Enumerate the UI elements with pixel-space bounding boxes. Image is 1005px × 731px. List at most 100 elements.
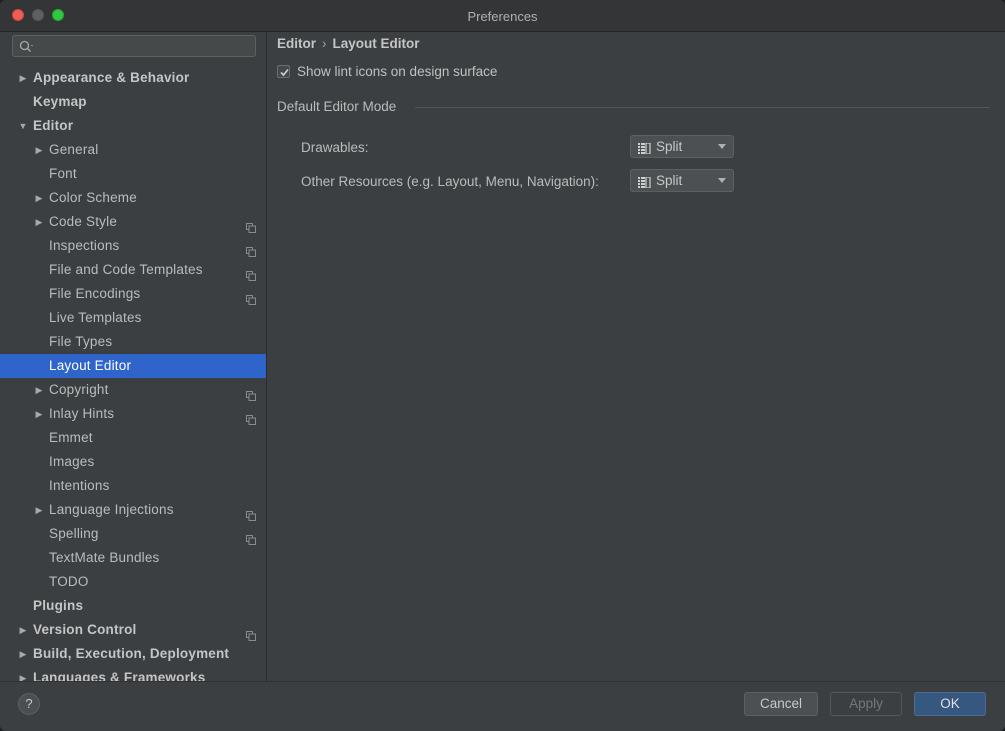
other-resources-mode-select[interactable]: Split (630, 169, 734, 192)
project-settings-icon (246, 217, 256, 233)
sidebar-item-inlay-hints[interactable]: ▶ Inlay Hints (0, 402, 266, 426)
sidebar-item-label: File Encodings (49, 286, 141, 301)
group-divider (415, 107, 990, 108)
sidebar-item-label: Languages & Frameworks (33, 670, 206, 681)
sidebar-item-label: TextMate Bundles (49, 550, 160, 565)
sidebar-item-label: Appearance & Behavior (33, 70, 190, 85)
preferences-window: Preferences ▶ Appearance & Behavior Keymap… (0, 0, 1005, 731)
sidebar-item-label: Code Style (49, 214, 118, 229)
expand-right-icon[interactable]: ▶ (33, 402, 45, 426)
expand-right-icon[interactable]: ▶ (17, 618, 29, 642)
sidebar-item-file-encodings[interactable]: File Encodings (0, 282, 266, 306)
project-settings-icon (246, 385, 256, 401)
other-resources-label: Other Resources (e.g. Layout, Menu, Navi… (301, 174, 599, 189)
chevron-down-icon (718, 144, 726, 149)
sidebar-item-label: Layout Editor (49, 358, 132, 373)
sidebar-item-label: Copyright (49, 382, 109, 397)
sidebar-item-general[interactable]: ▶ General (0, 138, 266, 162)
sidebar-item-label: Emmet (49, 430, 93, 445)
default-editor-mode-title: Default Editor Mode (277, 99, 397, 114)
sidebar-item-editor[interactable]: ▼ Editor (0, 114, 266, 138)
sidebar-item-live-templates[interactable]: Live Templates (0, 306, 266, 330)
expand-down-icon[interactable]: ▼ (17, 114, 29, 138)
sidebar-item-file-and-code-templates[interactable]: File and Code Templates (0, 258, 266, 282)
expand-right-icon[interactable]: ▶ (17, 642, 29, 666)
sidebar-item-languages-frameworks[interactable]: ▶ Languages & Frameworks (0, 666, 266, 681)
project-settings-icon (246, 289, 256, 305)
dialog-footer: ? Cancel Apply OK (0, 681, 1005, 731)
sidebar-item-label: Inlay Hints (49, 406, 115, 421)
expand-right-icon[interactable]: ▶ (33, 210, 45, 234)
sidebar-item-inspections[interactable]: Inspections (0, 234, 266, 258)
apply-button[interactable]: Apply (830, 692, 902, 716)
drawables-mode-select[interactable]: Split (630, 135, 734, 158)
sidebar-item-textmate-bundles[interactable]: TextMate Bundles (0, 546, 266, 570)
sidebar-item-images[interactable]: Images (0, 450, 266, 474)
settings-content: Editor › Layout Editor Show lint icons on … (267, 32, 1005, 681)
project-settings-icon (246, 529, 256, 545)
expand-right-icon[interactable]: ▶ (17, 666, 29, 681)
sidebar-item-label: Version Control (33, 622, 137, 637)
cancel-button[interactable]: Cancel (744, 692, 818, 716)
expand-right-icon[interactable]: ▶ (17, 66, 29, 90)
project-settings-icon (246, 409, 256, 425)
title-bar: Preferences (0, 0, 1005, 32)
sidebar-item-copyright[interactable]: ▶ Copyright (0, 378, 266, 402)
sidebar-item-label: Plugins (33, 598, 84, 613)
sidebar-item-intentions[interactable]: Intentions (0, 474, 266, 498)
settings-search-input[interactable] (12, 35, 256, 57)
sidebar-item-color-scheme[interactable]: ▶ Color Scheme (0, 186, 266, 210)
breadcrumb-separator: › (322, 36, 327, 51)
sidebar-item-keymap[interactable]: Keymap (0, 90, 266, 114)
breadcrumb-parent: Editor (277, 36, 316, 51)
expand-right-icon[interactable]: ▶ (33, 498, 45, 522)
window-title: Preferences (467, 9, 538, 24)
expand-right-icon[interactable]: ▶ (33, 138, 45, 162)
sidebar-item-label: File and Code Templates (49, 262, 203, 277)
checkmark-icon (280, 68, 289, 77)
show-lint-icons-checkbox[interactable] (277, 65, 290, 78)
sidebar-item-build-execution-deployment[interactable]: ▶ Build, Execution, Deployment (0, 642, 266, 666)
sidebar-item-spelling[interactable]: Spelling (0, 522, 266, 546)
sidebar-item-label: Live Templates (49, 310, 142, 325)
help-button[interactable]: ? (18, 693, 40, 715)
show-lint-icons-label: Show lint icons on design surface (297, 64, 498, 79)
sidebar-item-label: Spelling (49, 526, 99, 541)
sidebar-item-code-style[interactable]: ▶ Code Style (0, 210, 266, 234)
breadcrumb-current: Layout Editor (332, 36, 420, 51)
sidebar-item-plugins[interactable]: Plugins (0, 594, 266, 618)
sidebar-item-label: Intentions (49, 478, 110, 493)
sidebar-item-label: Editor (33, 118, 74, 133)
expand-right-icon[interactable]: ▶ (33, 378, 45, 402)
sidebar-item-label: General (49, 142, 99, 157)
sidebar-item-layout-editor[interactable]: Layout Editor (0, 354, 266, 378)
sidebar-item-todo[interactable]: TODO (0, 570, 266, 594)
sidebar-item-language-injections[interactable]: ▶ Language Injections (0, 498, 266, 522)
drawables-label: Drawables: (301, 140, 369, 155)
expand-right-icon[interactable]: ▶ (33, 186, 45, 210)
project-settings-icon (246, 241, 256, 257)
sidebar-item-label: Images (49, 454, 95, 469)
other-resources-mode-value: Split (656, 173, 683, 188)
ok-button[interactable]: OK (914, 692, 986, 716)
split-view-icon (638, 142, 651, 155)
chevron-down-icon (718, 178, 726, 183)
breadcrumb: Editor › Layout Editor (277, 36, 420, 51)
sidebar-item-label: File Types (49, 334, 113, 349)
search-icon (19, 40, 33, 54)
sidebar-item-file-types[interactable]: File Types (0, 330, 266, 354)
sidebar-item-label: TODO (49, 574, 89, 589)
sidebar-item-font[interactable]: Font (0, 162, 266, 186)
sidebar-item-label: Color Scheme (49, 190, 137, 205)
sidebar-item-appearance-behavior[interactable]: ▶ Appearance & Behavior (0, 66, 266, 90)
settings-sidebar: ▶ Appearance & Behavior Keymap ▼ Editor ▶ Gene… (0, 32, 267, 681)
sidebar-item-label: Font (49, 166, 77, 181)
sidebar-item-emmet[interactable]: Emmet (0, 426, 266, 450)
sidebar-item-label: Language Injections (49, 502, 174, 517)
drawables-mode-value: Split (656, 139, 683, 154)
project-settings-icon (246, 265, 256, 281)
sidebar-item-label: Inspections (49, 238, 120, 253)
project-settings-icon (246, 625, 256, 641)
settings-tree: ▶ Appearance & Behavior Keymap ▼ Editor ▶ Gene… (0, 66, 266, 681)
sidebar-item-version-control[interactable]: ▶ Version Control (0, 618, 266, 642)
